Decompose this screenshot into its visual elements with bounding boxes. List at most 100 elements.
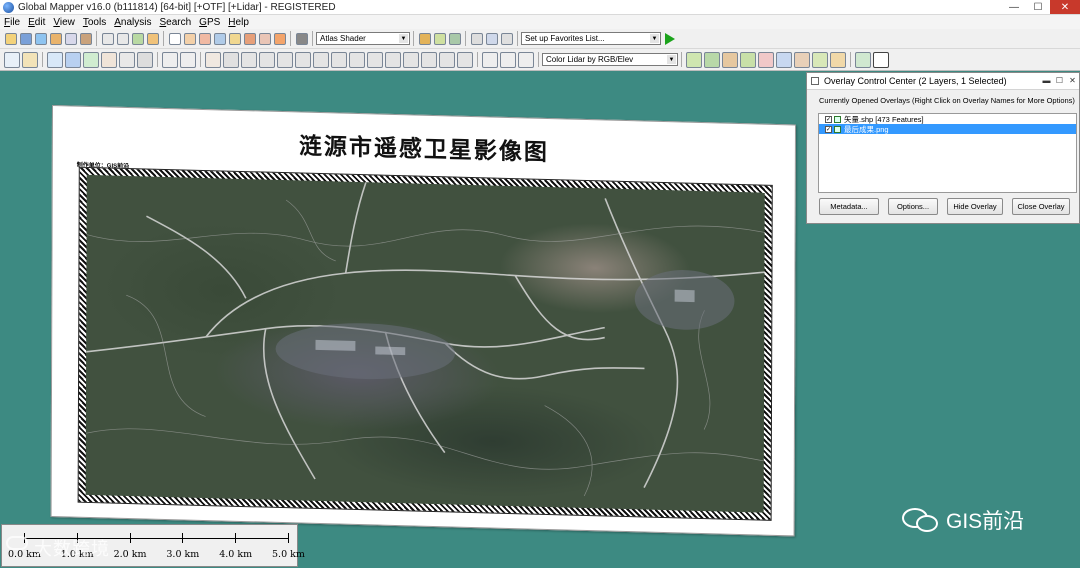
menu-gps[interactable]: GPS	[199, 17, 220, 28]
move-icon[interactable]	[162, 51, 178, 68]
pointer-icon[interactable]	[168, 32, 181, 45]
lidar-filter-7-icon[interactable]	[794, 51, 810, 68]
lidar-3-icon[interactable]	[277, 51, 293, 68]
edit-vertex-icon[interactable]	[47, 51, 63, 68]
lidar-10-icon[interactable]	[403, 51, 419, 68]
lidar-9-icon[interactable]	[385, 51, 401, 68]
lidar-filter-4-icon[interactable]	[740, 51, 756, 68]
print-icon[interactable]	[470, 32, 483, 45]
contrast-icon[interactable]	[448, 32, 461, 45]
menu-analysis[interactable]: Analysis	[114, 17, 151, 28]
diamond-icon[interactable]	[137, 51, 153, 68]
overlay-buttons: Metadata... Options... Hide Overlay Close O…	[819, 198, 1079, 215]
workspace-icon[interactable]	[64, 32, 77, 45]
full-view-icon[interactable]	[131, 32, 144, 45]
lidar-12-icon[interactable]	[439, 51, 455, 68]
grid-icon[interactable]	[119, 51, 135, 68]
menu-help[interactable]: Help	[228, 17, 249, 28]
path-profile-icon[interactable]	[243, 32, 256, 45]
menu-search[interactable]: Search	[159, 17, 191, 28]
lidar-5-icon[interactable]	[313, 51, 329, 68]
digitizer-icon[interactable]	[228, 32, 241, 45]
minimize-button[interactable]: ▬	[1040, 73, 1053, 87]
open-folder-icon[interactable]	[4, 32, 17, 45]
home-icon[interactable]	[146, 32, 159, 45]
layer-checkbox[interactable]: ✓	[825, 125, 832, 133]
merge-icon[interactable]	[223, 51, 239, 68]
pan-icon[interactable]	[183, 32, 196, 45]
play-icon[interactable]	[665, 32, 675, 45]
buffer-icon[interactable]	[101, 51, 117, 68]
scale-label: 3.0 km	[166, 549, 200, 560]
overlay-control-title: Overlay Control Center (2 Layers, 1 Sele…	[824, 76, 1007, 86]
lidar-11-icon[interactable]	[421, 51, 437, 68]
menu-file[interactable]: File	[4, 17, 20, 28]
shader-select[interactable]: Atlas Shader ▼	[316, 32, 410, 45]
undo-icon[interactable]	[482, 51, 498, 68]
watermark-left: 大数跨境	[34, 539, 110, 559]
maximize-button[interactable]: ☐	[1026, 0, 1050, 14]
dropdown-tool-icon[interactable]	[273, 32, 286, 45]
lidar-filter-5-icon[interactable]	[758, 51, 774, 68]
lidar-filter-3-icon[interactable]	[722, 51, 738, 68]
globe-icon[interactable]	[34, 32, 47, 45]
copy-icon[interactable]	[485, 32, 498, 45]
maximize-button[interactable]: ☐	[1053, 73, 1066, 87]
menu-tools[interactable]: Tools	[83, 17, 106, 28]
close-button[interactable]: ✕	[1050, 0, 1080, 14]
rotate-icon[interactable]	[180, 51, 196, 68]
hide-overlay-button[interactable]: Hide Overlay	[947, 198, 1003, 215]
overlay-list[interactable]: ✓ 矢量.shp [473 Features] ✓ 最后成果.png	[818, 113, 1077, 193]
shape-icon[interactable]	[65, 51, 81, 68]
zoom-in-icon[interactable]	[101, 32, 114, 45]
light-icon[interactable]	[433, 32, 446, 45]
lidar-2-icon[interactable]	[259, 51, 275, 68]
close-button[interactable]: ✕	[1066, 73, 1079, 87]
create-area-icon[interactable]	[4, 51, 20, 68]
shader-settings-icon[interactable]	[418, 32, 431, 45]
lidar-13-icon[interactable]	[457, 51, 473, 68]
minimize-button[interactable]: —	[1002, 0, 1026, 14]
create-line-icon[interactable]	[22, 51, 38, 68]
measure-icon[interactable]	[198, 32, 211, 45]
lidar-filter-6-icon[interactable]	[776, 51, 792, 68]
lidar-filter-10-icon[interactable]	[855, 51, 871, 68]
split-icon[interactable]	[205, 51, 221, 68]
tools-icon[interactable]	[79, 32, 92, 45]
overlay-layer-1[interactable]: ✓ 最后成果.png	[819, 124, 1076, 134]
overlay-layer-0[interactable]: ✓ 矢量.shp [473 Features]	[819, 114, 1076, 124]
view-shed-icon[interactable]	[258, 32, 271, 45]
map-title: 涟源市遥感卫星影像图	[298, 132, 549, 167]
zoom-out-icon[interactable]	[116, 32, 129, 45]
menu-view[interactable]: View	[53, 17, 75, 28]
redo-icon[interactable]	[500, 51, 516, 68]
overlay-control-titlebar[interactable]: Overlay Control Center (2 Layers, 1 Sele…	[807, 73, 1079, 90]
lidar-6-icon[interactable]	[331, 51, 347, 68]
info-icon[interactable]	[213, 32, 226, 45]
map-catalog-icon[interactable]	[49, 32, 62, 45]
menu-edit[interactable]: Edit	[28, 17, 45, 28]
lidar-filter-9-icon[interactable]	[830, 51, 846, 68]
lidar-1-icon[interactable]	[241, 51, 257, 68]
lidar-8-icon[interactable]	[367, 51, 383, 68]
lidar-4-icon[interactable]	[295, 51, 311, 68]
scale-tick	[129, 533, 131, 543]
refresh-icon[interactable]	[518, 51, 534, 68]
lidar-color-select[interactable]: Color Lidar by RGB/Elev ▼	[542, 53, 678, 66]
lidar-filter-8-icon[interactable]	[812, 51, 828, 68]
favorites-select[interactable]: Set up Favorites List... ▼	[521, 32, 661, 45]
layer-type-icon	[834, 125, 841, 133]
range-ring-icon[interactable]	[83, 51, 99, 68]
save-icon[interactable]	[19, 32, 32, 45]
road-network	[85, 181, 765, 497]
metadata-button[interactable]: Metadata...	[819, 198, 879, 215]
lidar-grid-icon[interactable]	[873, 51, 889, 68]
lidar-filter-2-icon[interactable]	[704, 51, 720, 68]
binoculars-icon[interactable]	[295, 32, 308, 45]
layout-icon[interactable]	[500, 32, 513, 45]
options-button[interactable]: Options...	[888, 198, 938, 215]
lidar-7-icon[interactable]	[349, 51, 365, 68]
close-overlay-button[interactable]: Close Overlay	[1012, 198, 1070, 215]
lidar-filter-1-icon[interactable]	[686, 51, 702, 68]
layer-checkbox[interactable]: ✓	[825, 115, 832, 123]
